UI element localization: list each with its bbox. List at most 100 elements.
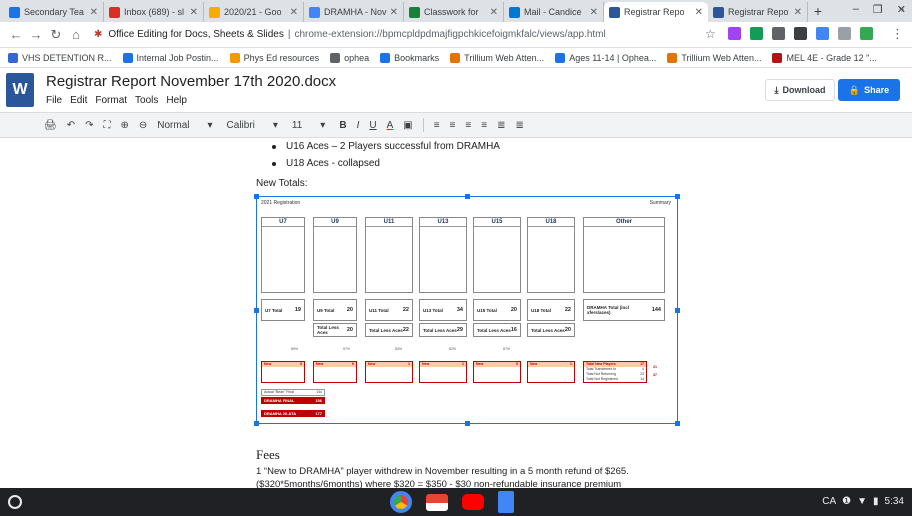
browser-tab[interactable]: 2020/21 - Goo ✕	[204, 2, 304, 22]
browser-tab[interactable]: Mail - Candice ✕	[504, 2, 604, 22]
download-icon: ⤓	[774, 84, 779, 95]
embedded-registration-sheet[interactable]: 2021 Registration Summary U7 U9 U11 U13 U15 U…	[254, 194, 680, 426]
text-color-button[interactable]: A	[387, 120, 394, 131]
align-right-icon[interactable]: ≡	[465, 120, 471, 131]
bold-button[interactable]: B	[339, 120, 346, 131]
bookmark-item[interactable]: Trillium Web Atten...	[667, 52, 761, 63]
bookmark-star-icon[interactable]: ☆	[705, 27, 716, 41]
align-justify-icon[interactable]: ≡	[481, 120, 487, 131]
document-title[interactable]: Registrar Report November 17th 2020.docx	[46, 73, 336, 90]
browser-tab[interactable]: Inbox (689) - sl ✕	[104, 2, 204, 22]
tab-favicon-icon	[309, 6, 320, 18]
browser-tab[interactable]: Secondary Tea ✕	[4, 2, 104, 22]
back-icon[interactable]: ←	[6, 27, 26, 42]
new-players-box: New 1	[365, 361, 413, 383]
extension-green-icon[interactable]	[750, 27, 763, 40]
chrome-app-icon[interactable]	[390, 491, 412, 513]
font-size-select[interactable]: 11 ▾	[292, 120, 325, 131]
reload-icon[interactable]: ↻	[46, 27, 66, 43]
bookmark-item[interactable]: MEL 4E - Grade 12 "...	[772, 52, 877, 63]
resize-handle[interactable]	[254, 308, 259, 313]
zoom-out-icon[interactable]: ⊖	[139, 120, 147, 131]
youtube-app-icon[interactable]	[462, 494, 484, 510]
font-select[interactable]: Calibri ▾	[227, 120, 278, 131]
less-aces-value: 20	[564, 327, 571, 333]
zoom-in-icon[interactable]: ⊕	[120, 120, 128, 131]
summary-side-value: 37	[653, 373, 657, 377]
style-select[interactable]: Normal ▾	[157, 120, 212, 131]
tab-close-icon[interactable]: ✕	[90, 7, 98, 18]
menu-item-help[interactable]: Help	[166, 95, 187, 106]
italic-button[interactable]: I	[357, 120, 360, 131]
redo-icon[interactable]: ↷	[85, 120, 93, 131]
browser-menu-icon[interactable]: ⋮	[891, 26, 904, 42]
browser-tab[interactable]: Registrar Repo ✕	[604, 2, 708, 22]
bulleted-list-icon[interactable]: ≣	[515, 120, 523, 131]
bookmark-item[interactable]: ophea	[330, 52, 369, 63]
print-icon[interactable]: 🖨	[44, 120, 57, 131]
menu-item-format[interactable]: Format	[95, 95, 127, 106]
tab-close-icon[interactable]: ✕	[390, 7, 398, 18]
extension-gray-icon[interactable]	[772, 27, 785, 40]
tab-close-icon[interactable]: ✕	[190, 7, 198, 18]
tab-title: Classwork for	[424, 7, 479, 17]
resize-handle[interactable]	[465, 421, 470, 426]
status-tray[interactable]: CA ❶ ▼ ▮ 5:34	[822, 496, 904, 507]
resize-handle[interactable]	[675, 194, 680, 199]
menu-item-file[interactable]: File	[46, 95, 62, 106]
highlight-icon[interactable]: ▣	[403, 120, 412, 131]
tab-close-icon[interactable]: ✕	[290, 7, 298, 18]
tab-favicon-icon	[109, 6, 120, 18]
tab-favicon-icon	[509, 6, 520, 18]
docs-app-icon[interactable]	[498, 491, 514, 513]
menu-item-edit[interactable]: Edit	[70, 95, 87, 106]
resize-handle[interactable]	[465, 194, 470, 199]
bookmarks-overflow-icon[interactable]: »	[898, 4, 904, 15]
fit-page-icon[interactable]: ⛶	[103, 120, 110, 131]
address-bar[interactable]: ✱ Office Editing for Docs, Sheets & Slid…	[94, 25, 724, 45]
extension-blue-icon[interactable]	[816, 27, 829, 40]
browser-tab[interactable]: DRAMHA - Nov ✕	[304, 2, 404, 22]
menu-item-tools[interactable]: Tools	[135, 95, 158, 106]
share-button[interactable]: 🔒 Share	[838, 79, 900, 101]
align-center-icon[interactable]: ≡	[450, 120, 456, 131]
bookmark-item[interactable]: Trillium Web Atten...	[450, 52, 544, 63]
tab-close-icon[interactable]: ✕	[794, 7, 802, 18]
new-tab-button[interactable]: +	[808, 2, 828, 22]
total-value: 20	[346, 307, 353, 313]
bookmark-item[interactable]: Bookmarks	[380, 52, 439, 63]
bookmark-item[interactable]: Phys Ed resources	[229, 52, 319, 63]
resize-handle[interactable]	[254, 421, 259, 426]
browser-tab[interactable]: Registrar Repo ✕	[708, 2, 808, 22]
gmail-app-icon[interactable]	[426, 494, 448, 511]
minimize-icon[interactable]: –	[853, 3, 859, 16]
document-canvas[interactable]: U16 Aces – 2 Players successful from DRA…	[0, 138, 912, 488]
launcher-icon[interactable]	[8, 495, 22, 509]
tab-close-icon[interactable]: ✕	[590, 7, 598, 18]
resize-handle[interactable]	[254, 194, 259, 199]
forward-icon[interactable]: →	[26, 27, 46, 42]
extension-purple-icon[interactable]	[728, 27, 741, 40]
extension-sheets-icon[interactable]	[860, 27, 873, 40]
resize-handle[interactable]	[675, 421, 680, 426]
download-button[interactable]: ⤓ Download	[765, 79, 835, 101]
restore-icon[interactable]: ❐	[873, 3, 883, 16]
resize-handle[interactable]	[675, 308, 680, 313]
extension-menu-icon[interactable]	[838, 27, 851, 40]
numbered-list-icon[interactable]: ≣	[497, 120, 505, 131]
total-label: U7 Total	[265, 307, 283, 313]
underline-button[interactable]: U	[369, 120, 376, 131]
tab-close-icon[interactable]: ✕	[695, 7, 703, 18]
bullet-icon	[272, 144, 276, 149]
bookmark-item[interactable]: Internal Job Postin...	[122, 52, 219, 63]
extension-grid-icon[interactable]	[794, 27, 807, 40]
tab-title: 2020/21 - Goo	[224, 7, 282, 17]
undo-icon[interactable]: ↶	[67, 120, 75, 131]
bookmark-item[interactable]: Ages 11-14 | Ophea...	[555, 52, 656, 63]
bookmark-item[interactable]: VHS DETENTION R...	[8, 52, 112, 63]
tray-time: 5:34	[884, 496, 904, 507]
tab-close-icon[interactable]: ✕	[490, 7, 498, 18]
home-icon[interactable]: ⌂	[66, 27, 86, 42]
align-left-icon[interactable]: ≡	[434, 120, 440, 131]
browser-tab[interactable]: Classwork for ✕	[404, 2, 504, 22]
